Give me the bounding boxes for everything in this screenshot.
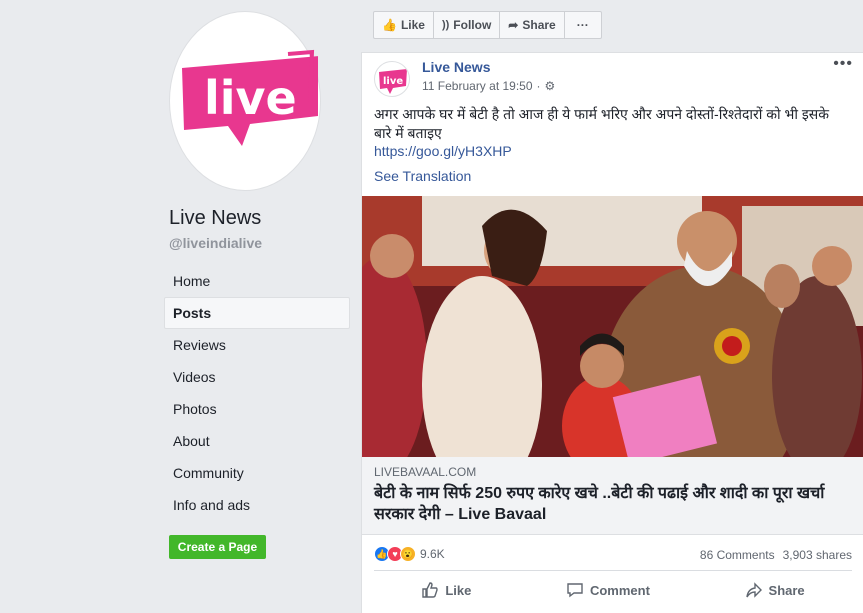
link-preview[interactable]: LIVEBAVAAL.COM बेटी के नाम सिर्फ 250 रुप…: [362, 457, 863, 535]
post-stats: 👍 ♥ 😮 9.6K 86 Comments 3,903 shares: [374, 535, 852, 571]
logo-text: live: [204, 71, 297, 125]
event-photo: [362, 196, 863, 457]
engagement-counts: 86 Comments 3,903 shares: [700, 548, 852, 562]
svg-text:live: live: [383, 76, 403, 87]
page-like-label: Like: [400, 18, 425, 32]
post-url-link[interactable]: https://goo.gl/yH3XHP: [374, 143, 512, 159]
nav-item-home[interactable]: Home: [164, 265, 350, 297]
comment-button[interactable]: Comment: [566, 581, 650, 599]
gear-icon[interactable]: ⚙: [545, 79, 556, 93]
share-icon: [745, 582, 762, 598]
rss-icon: )): [441, 19, 450, 31]
more-options-button[interactable]: ···: [565, 12, 601, 38]
profile-circle: live: [169, 11, 321, 191]
post-author-name[interactable]: Live News: [422, 59, 490, 75]
post-options-button[interactable]: •••: [833, 55, 853, 73]
comment-icon: [567, 583, 583, 598]
post-card: live Live News 11 February at 19:50 · ⚙ …: [361, 52, 863, 613]
post-like-label: Like: [445, 582, 472, 598]
thumbs-up-icon: 👍: [382, 18, 397, 32]
nav-item-reviews[interactable]: Reviews: [164, 329, 350, 361]
more-dots-icon: ···: [576, 18, 589, 32]
reaction-count: 9.6K: [420, 547, 445, 561]
main-column: 👍 Like )) Follow ➦ Share ··· live Live N…: [361, 0, 863, 613]
page-share-button[interactable]: ➦ Share: [500, 12, 565, 38]
nav-item-videos[interactable]: Videos: [164, 361, 350, 393]
page-nav: Home Posts Reviews Videos Photos About C…: [164, 265, 350, 521]
create-page-button[interactable]: Create a Page: [169, 535, 266, 559]
wow-reaction-icon: 😮: [400, 546, 416, 562]
shares-count[interactable]: 3,903 shares: [783, 548, 852, 562]
left-sidebar: live Live News @liveindialive Home Posts…: [0, 0, 361, 613]
post-share-label: Share: [768, 582, 805, 598]
post-like-button[interactable]: Like: [421, 581, 471, 599]
post-meta: 11 February at 19:50 · ⚙: [422, 79, 556, 93]
follow-button[interactable]: )) Follow: [434, 12, 501, 38]
post-link-image[interactable]: [362, 196, 863, 457]
reactions-summary[interactable]: 👍 ♥ 😮 9.6K: [374, 546, 445, 562]
post-timestamp[interactable]: 11 February at 19:50: [422, 79, 533, 93]
post-action-bar: Like Comment Share: [374, 581, 852, 599]
page-action-bar: 👍 Like )) Follow ➦ Share ···: [373, 11, 602, 39]
nav-item-community[interactable]: Community: [164, 457, 350, 489]
comment-label: Comment: [589, 582, 650, 598]
post-share-button[interactable]: Share: [745, 581, 805, 599]
nav-item-photos[interactable]: Photos: [164, 393, 350, 425]
page-like-button[interactable]: 👍 Like: [374, 12, 434, 38]
follow-label: Follow: [453, 18, 492, 32]
nav-item-about[interactable]: About: [164, 425, 350, 457]
link-domain: LIVEBAVAAL.COM: [374, 465, 477, 479]
page-handle[interactable]: @liveindialive: [169, 235, 262, 251]
post-text: अगर आपके घर में बेटी है तो आज ही ये फार्…: [374, 106, 830, 141]
post-author-avatar[interactable]: live: [374, 61, 410, 97]
see-translation-link[interactable]: See Translation: [374, 168, 471, 184]
thumbs-up-icon: [422, 582, 439, 598]
page-name[interactable]: Live News: [169, 207, 261, 230]
page-share-label: Share: [522, 18, 556, 32]
live-logo: live: [182, 49, 318, 146]
live-logo-small: live: [379, 69, 407, 94]
comments-count[interactable]: 86 Comments: [700, 548, 775, 562]
link-title[interactable]: बेटी के नाम सिर्फ 250 रुपए कारेए खचे ..ब…: [374, 483, 854, 525]
share-arrow-icon: ➦: [508, 18, 519, 32]
page-profile-picture[interactable]: live: [169, 11, 321, 191]
nav-item-info-and-ads[interactable]: Info and ads: [164, 489, 350, 521]
nav-item-posts[interactable]: Posts: [164, 297, 350, 329]
